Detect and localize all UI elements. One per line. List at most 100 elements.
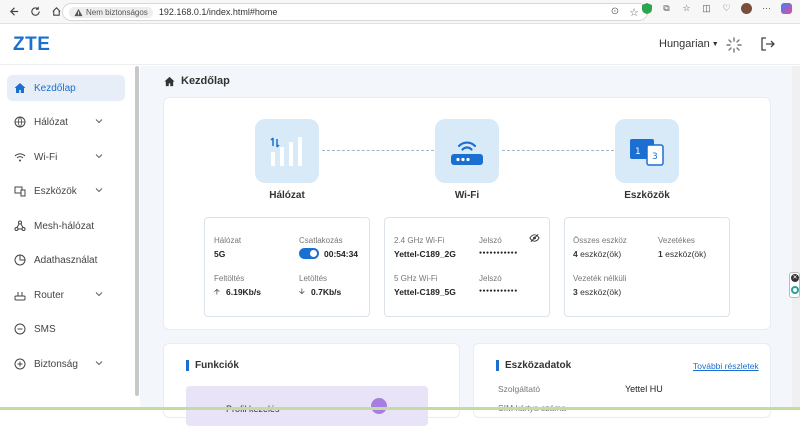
sidebar-item-biztonsag[interactable]: Biztonság xyxy=(7,351,125,377)
overview-card: 1 3 Hálózat Wi-Fi Eszközök Hálózat 5G Cs… xyxy=(163,97,771,330)
address-bar[interactable]: Nem biztonságos 192.168.0.1/index.html#h… xyxy=(62,3,648,21)
eye-hidden-icon[interactable] xyxy=(529,233,540,243)
collections-icon[interactable]: ◫ xyxy=(701,3,712,14)
network-type-label: Hálózat xyxy=(214,236,242,245)
sms-icon xyxy=(14,323,26,335)
sidebar-item-wi-fi[interactable]: Wi-Fi xyxy=(7,144,125,170)
devices-tile[interactable]: 1 3 xyxy=(615,119,679,183)
logout-icon[interactable] xyxy=(760,36,776,52)
profile-management-item[interactable]: Profil kezelés xyxy=(186,386,428,426)
total-devices-value: 4 eszköz(ök) xyxy=(573,249,621,259)
signal-bars-icon xyxy=(270,137,302,166)
wifi-24-ssid: Yettel-C189_2G xyxy=(394,249,456,259)
zte-logo: ZTE xyxy=(13,34,51,55)
sidebar-scrollbar[interactable] xyxy=(135,66,139,396)
sidebar-item-label: Router xyxy=(34,289,65,301)
reload-icon[interactable] xyxy=(27,4,43,20)
provider-label: Szolgáltató xyxy=(498,384,541,394)
sidebar: Kezdőlap Hálózat Wi-Fi Eszközök Mesh-hálózat… xyxy=(0,66,140,410)
favorites-icon[interactable]: ☆ xyxy=(681,3,692,14)
svg-text:3: 3 xyxy=(652,152,658,162)
sidebar-item-label: Mesh-hálózat xyxy=(34,220,95,232)
favorite-star-icon[interactable]: ☆ xyxy=(629,6,639,19)
download-label: Letöltés xyxy=(299,274,328,283)
warning-icon xyxy=(74,8,83,16)
sidebar-item-sms[interactable]: SMS xyxy=(7,316,125,342)
profile-icon xyxy=(371,398,387,414)
page-title-text: Kezdőlap xyxy=(181,75,230,87)
close-icon[interactable]: ✕ xyxy=(791,274,799,282)
sidebar-item-eszkozok[interactable]: Eszközök xyxy=(7,178,125,204)
devices-info-panel: Összes eszköz 4 eszköz(ök) Vezetékes 1 e… xyxy=(564,217,730,317)
copilot-icon[interactable] xyxy=(781,3,792,14)
main-content: Kezdőlap 1 3 Hálózat Wi-Fi Eszközök Háló… xyxy=(140,66,792,426)
language-value: Hungarian xyxy=(659,38,710,50)
home-icon xyxy=(164,76,175,86)
more-icon[interactable]: ⊙ xyxy=(611,6,619,19)
sidebar-item-label: Adathasználat xyxy=(34,254,98,266)
devices-tile-label: Eszközök xyxy=(624,190,670,201)
page-scrollbar[interactable] xyxy=(792,66,800,410)
router-wifi-icon xyxy=(451,141,483,165)
back-icon[interactable] xyxy=(6,4,22,20)
wifi-5-ssid: Yettel-C189_5G xyxy=(394,287,456,297)
sidebar-item-router[interactable]: Router xyxy=(7,282,125,308)
record-icon[interactable] xyxy=(791,286,799,294)
network-tile-label: Hálózat xyxy=(269,190,305,201)
total-devices-unit: eszköz(ök) xyxy=(580,249,622,259)
menu-dots-icon[interactable]: ⋯ xyxy=(761,3,772,14)
caret-down-icon: ▼ xyxy=(711,40,719,48)
network-type-value: 5G xyxy=(214,249,226,259)
sidebar-item-label: SMS xyxy=(34,323,56,335)
app-header: ZTE Hungarian ▼ xyxy=(0,25,800,65)
wired-devices-value: 1 eszköz(ök) xyxy=(658,249,706,259)
chevron-down-icon xyxy=(95,117,103,125)
more-details-link[interactable]: További részletek xyxy=(693,361,759,371)
shield-extension-icon[interactable] xyxy=(641,3,652,14)
wifi-info-panel: 2.4 GHz Wi-Fi Yettel-C189_2G Jelszó ●●●●… xyxy=(384,217,550,317)
url-text[interactable]: 192.168.0.1/index.html#home xyxy=(159,7,278,17)
wired-devices-count: 1 xyxy=(658,249,663,259)
sidebar-item-halozat[interactable]: Hálózat xyxy=(7,109,125,135)
wifi-tile[interactable] xyxy=(435,119,499,183)
browser-essentials-icon[interactable]: ♡ xyxy=(721,3,732,14)
profile-avatar[interactable] xyxy=(741,3,752,14)
wireless-devices-value: 3 eszköz(ök) xyxy=(573,287,621,297)
upload-value: 6.19Kb/s xyxy=(226,287,261,297)
wireless-devices-count: 3 xyxy=(573,287,578,297)
wifi-24-label: 2.4 GHz Wi-Fi xyxy=(394,236,445,245)
shield-icon xyxy=(14,358,26,370)
chevron-down-icon xyxy=(95,186,103,194)
loading-spinner-icon xyxy=(726,37,742,53)
security-badge[interactable]: Nem biztonságos xyxy=(69,6,153,18)
device-data-title: Eszközadatok xyxy=(496,360,571,371)
functions-title: Funkciók xyxy=(186,360,239,371)
security-label: Nem biztonságos xyxy=(86,7,148,17)
globe-icon xyxy=(14,116,26,128)
wifi-tile-label: Wi-Fi xyxy=(454,190,480,201)
total-devices-count: 4 xyxy=(573,249,578,259)
extensions-icon[interactable]: ⧉ xyxy=(661,3,672,14)
chevron-down-icon xyxy=(95,290,103,298)
connector-line xyxy=(502,150,614,151)
connector-line xyxy=(322,150,434,151)
language-select[interactable]: Hungarian ▼ xyxy=(659,38,719,50)
sidebar-item-label: Hálózat xyxy=(34,116,68,128)
wired-devices-label: Vezetékes xyxy=(658,236,695,245)
router-icon xyxy=(14,289,26,301)
wifi-5-password: ●●●●●●●●●●● xyxy=(479,288,518,294)
network-info-panel: Hálózat 5G Csatlakozás 00:54:34 Feltölté… xyxy=(204,217,370,317)
network-tile[interactable] xyxy=(255,119,319,183)
devices-icon: 1 3 xyxy=(630,139,664,166)
sidebar-item-kezdolap[interactable]: Kezdőlap xyxy=(7,75,125,101)
mesh-icon xyxy=(14,220,26,232)
wired-devices-unit: eszköz(ök) xyxy=(665,249,707,259)
provider-value: Yettel HU xyxy=(625,384,663,394)
sidebar-item-adathasznalat[interactable]: Adathasználat xyxy=(7,247,125,273)
wifi-24-password-label: Jelszó xyxy=(479,236,502,245)
connection-toggle[interactable] xyxy=(299,248,319,259)
sidebar-item-label: Biztonság xyxy=(34,358,78,370)
floating-widget[interactable]: ✕ xyxy=(789,272,800,298)
sidebar-item-mesh-halozat[interactable]: Mesh-hálózat xyxy=(7,213,125,239)
wifi-5-label: 5 GHz Wi-Fi xyxy=(394,274,438,283)
